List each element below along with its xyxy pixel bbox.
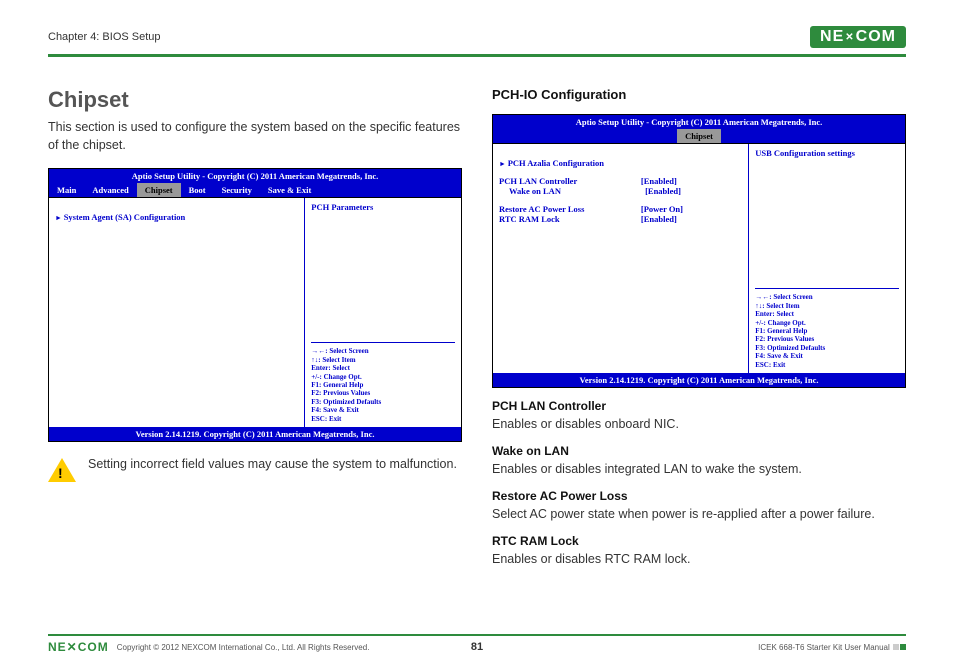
page-number: 81: [471, 641, 483, 653]
bios-menu-item: PCH-IO Configuration: [55, 202, 298, 212]
desc-text: Enables or disables RTC RAM lock.: [492, 552, 690, 566]
bios-option-row: Restore AC Power Loss[Power On]: [499, 204, 742, 214]
manual-title: ICEK 668-T6 Starter Kit User Manual: [758, 643, 890, 652]
bios-menu-item: PCH Azalia Configuration: [499, 158, 742, 168]
bios-title: Aptio Setup Utility - Copyright (C) 2011…: [49, 169, 461, 183]
bios-key-hints: →←: Select Screen↑↓: Select ItemEnter: S…: [311, 342, 455, 423]
bios-help: USB Configuration settings: [755, 148, 899, 288]
bios-key-hints: →←: Select Screen↑↓: Select ItemEnter: S…: [755, 288, 899, 369]
desc-heading: Restore AC Power Loss: [492, 489, 628, 503]
bios-tab-active: Chipset: [677, 129, 721, 143]
bios-tab: Save & Exit: [260, 183, 319, 197]
desc-heading: RTC RAM Lock: [492, 534, 579, 548]
nexcom-logo-small: NE✕COM: [48, 640, 109, 654]
desc-heading: PCH LAN Controller: [492, 399, 606, 413]
chapter-label: Chapter 4: BIOS Setup: [48, 31, 161, 43]
bios-menu-item: USB Configuration: [499, 148, 742, 158]
bios-menu-item: System Agent (SA) Configuration: [55, 212, 298, 222]
bios-option-row: Wake on LAN[Enabled]: [499, 186, 742, 196]
bios-tab: Main: [49, 183, 84, 197]
copyright-text: Copyright © 2012 NEXCOM International Co…: [117, 643, 370, 652]
bios-tab: Boot: [181, 183, 214, 197]
desc-text: Enables or disables onboard NIC.: [492, 417, 679, 431]
warning-text: Setting incorrect field values may cause…: [88, 456, 457, 474]
desc-heading: Wake on LAN: [492, 444, 569, 458]
desc-text: Select AC power state when power is re-a…: [492, 507, 875, 521]
bios-tabs: Main Advanced Chipset Boot Security Save…: [49, 183, 461, 197]
bios-screenshot-pchio: Aptio Setup Utility - Copyright (C) 2011…: [492, 114, 906, 388]
bios-title: Aptio Setup Utility - Copyright (C) 2011…: [493, 115, 905, 129]
footer-rule: [48, 634, 906, 636]
page-heading: Chipset: [48, 87, 462, 113]
bios-tab-active: Chipset: [137, 183, 181, 197]
bios-tabs: Chipset: [493, 129, 905, 143]
intro-text: This section is used to configure the sy…: [48, 119, 462, 154]
bios-option-row: RTC RAM Lock[Enabled]: [499, 214, 742, 224]
header-rule: [48, 54, 906, 57]
bios-screenshot-chipset: Aptio Setup Utility - Copyright (C) 2011…: [48, 168, 462, 442]
warning-icon: [48, 458, 76, 482]
desc-text: Enables or disables integrated LAN to wa…: [492, 462, 802, 476]
section-heading: PCH-IO Configuration: [492, 87, 906, 102]
bios-option-row: PCH LAN Controller[Enabled]: [499, 176, 742, 186]
bios-tab: Security: [214, 183, 260, 197]
bios-version: Version 2.14.1219. Copyright (C) 2011 Am…: [49, 427, 461, 441]
bios-tab: Advanced: [84, 183, 136, 197]
nexcom-logo: NE✕COM: [810, 26, 906, 48]
bios-help: PCH Parameters: [311, 202, 455, 342]
bios-version: Version 2.14.1219. Copyright (C) 2011 Am…: [493, 373, 905, 387]
